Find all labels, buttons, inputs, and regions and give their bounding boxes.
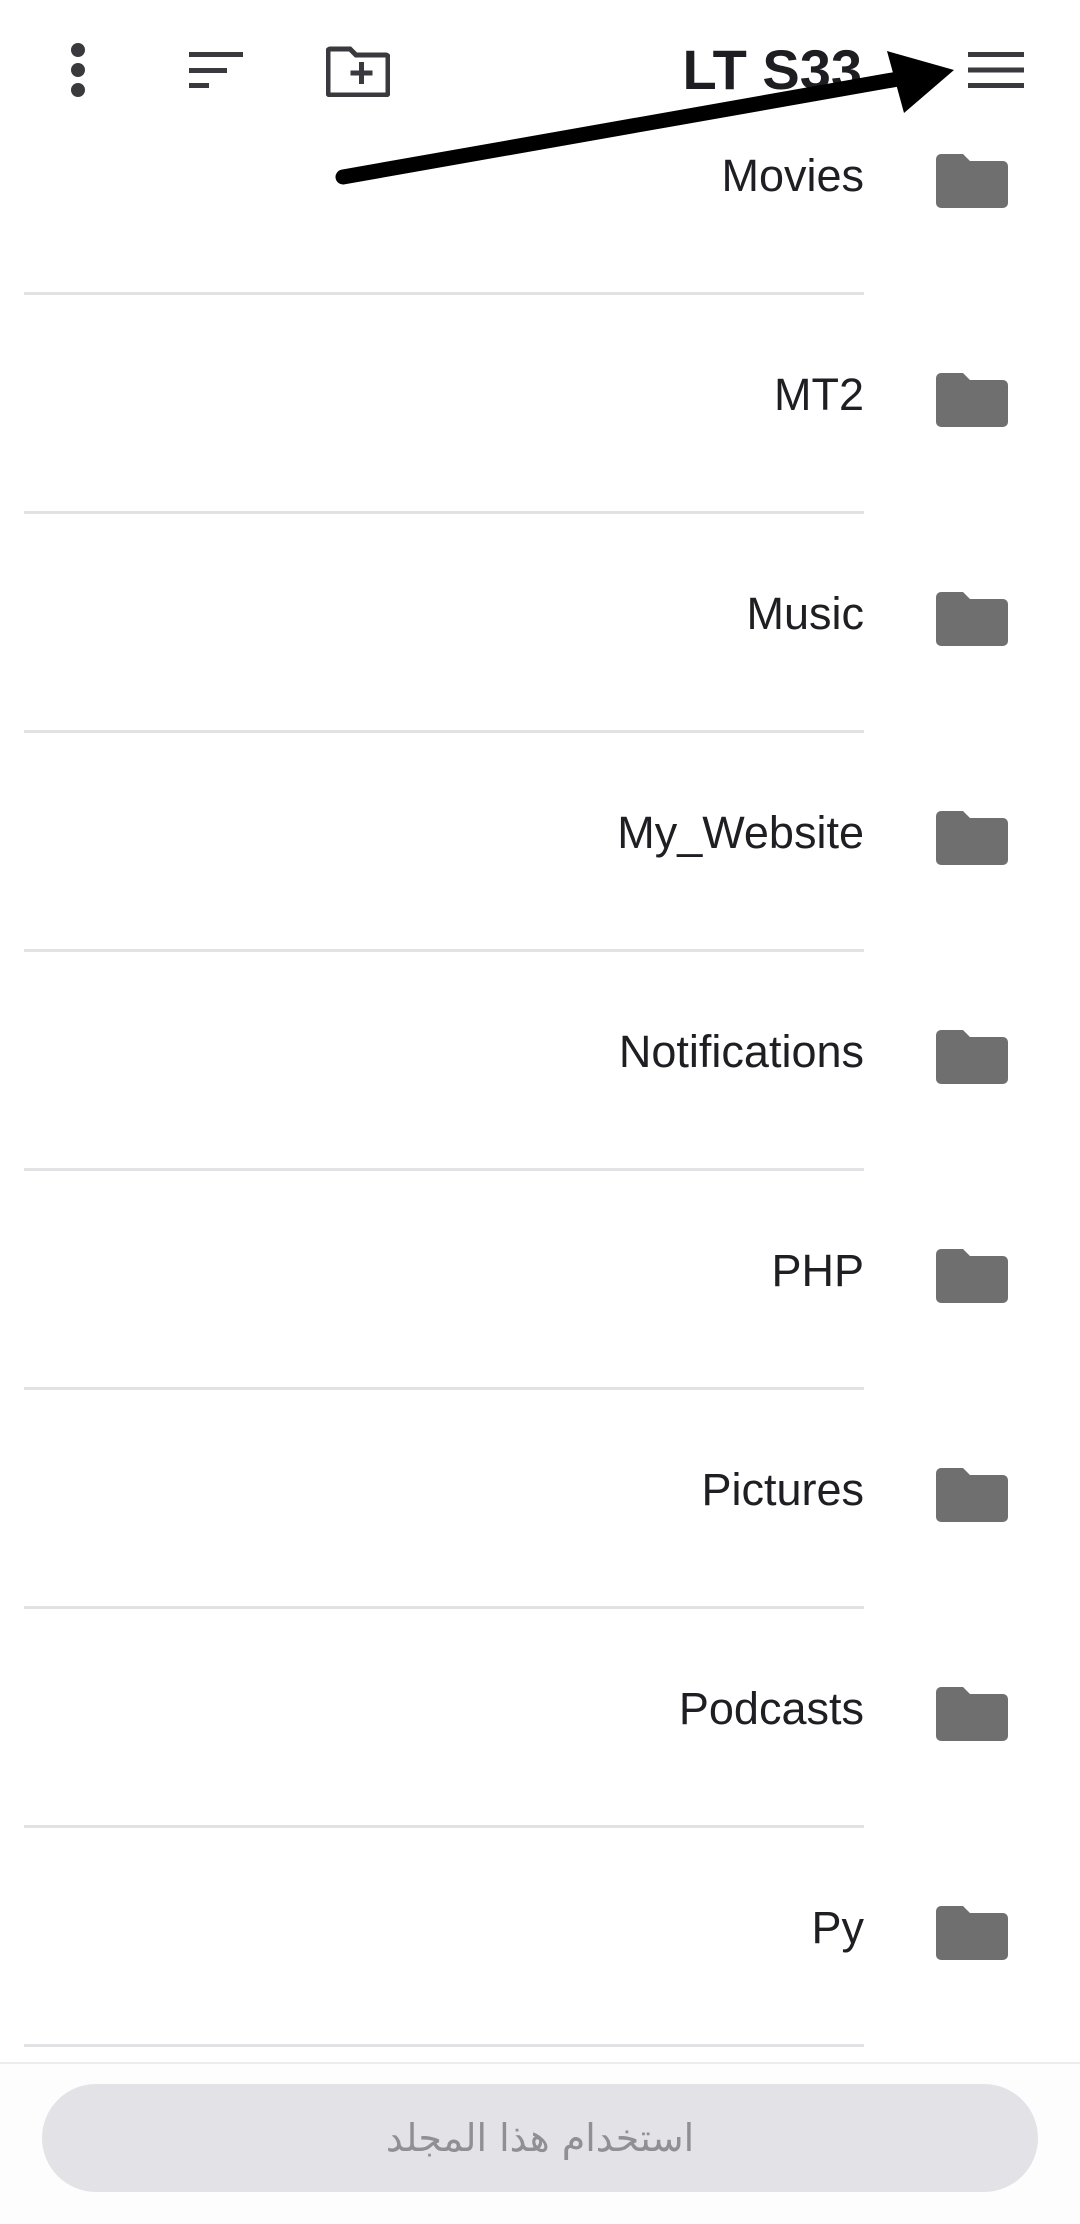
folder-row[interactable]: Py [0,1826,1080,2047]
folder-row[interactable]: MT2 [0,293,1080,514]
folder-row[interactable]: Podcasts [0,1607,1080,1828]
folder-row[interactable]: Notifications [0,950,1080,1171]
folder-name: PHP [771,1245,864,1296]
folder-row[interactable]: Pictures [0,1388,1080,1609]
folder-list: Movies MT2 Music My_Website Notification… [0,74,1080,2047]
folder-icon [936,1468,1008,1522]
folder-name: Music [746,588,864,639]
divider [24,2044,864,2047]
folder-name: Movies [721,150,864,201]
folder-name: Notifications [618,1026,864,1077]
folder-name: My_Website [617,807,864,858]
folder-icon [936,1030,1008,1084]
folder-icon [936,1249,1008,1303]
folder-row[interactable]: Music [0,512,1080,733]
folder-icon [936,811,1008,865]
folder-row[interactable]: Movies [0,74,1080,295]
folder-icon [936,154,1008,208]
folder-name: Podcasts [678,1683,864,1734]
folder-name: Pictures [701,1464,864,1515]
folder-icon [936,1906,1008,1960]
folder-row[interactable]: My_Website [0,731,1080,952]
folder-icon [936,592,1008,646]
folder-name: Py [811,1902,864,1953]
use-this-folder-button[interactable]: استخدام هذا المجلد [42,2084,1038,2192]
folder-row[interactable]: PHP [0,1169,1080,1390]
folder-icon [936,1687,1008,1741]
folder-name: MT2 [774,369,864,420]
folder-icon [936,373,1008,427]
bottom-action-bar: استخدام هذا المجلد [0,2062,1080,2224]
